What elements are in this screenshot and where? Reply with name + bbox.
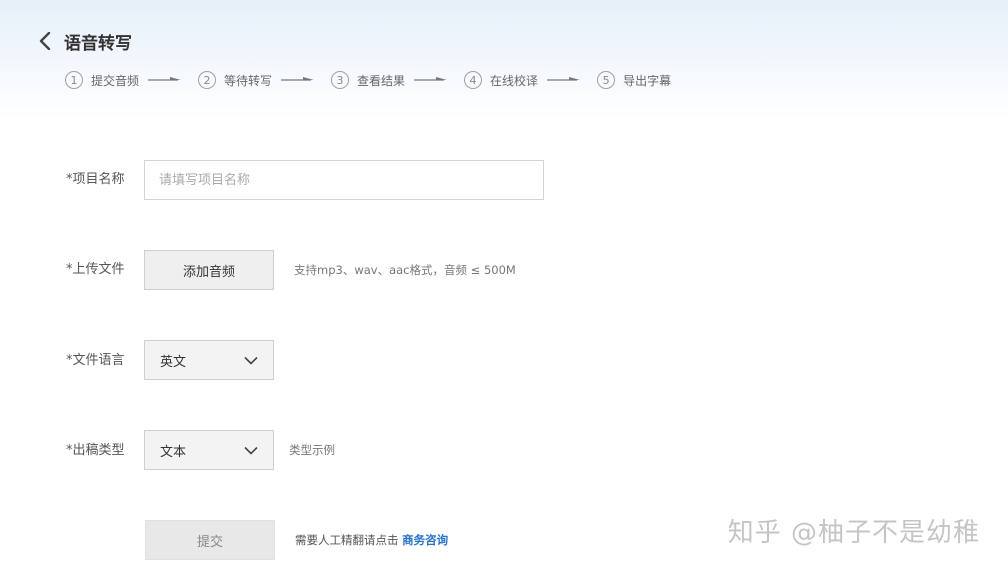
project-name-input[interactable] — [144, 160, 544, 200]
page-header: 语音转写 — [36, 28, 132, 54]
chevron-left-icon — [39, 32, 51, 50]
watermark: 知乎 @柚子不是幼稚 — [727, 518, 980, 548]
step-4: 4 在线校译 — [464, 71, 538, 89]
step-label: 在线校译 — [490, 73, 539, 88]
chevron-down-icon — [244, 356, 258, 365]
page-title: 语音转写 — [64, 33, 132, 54]
step-number: 2 — [198, 71, 217, 89]
step-number: 5 — [597, 71, 616, 89]
step-label: 提交音频 — [91, 73, 140, 88]
submit-button[interactable]: 提交 — [145, 520, 275, 560]
arrow-right-icon — [281, 75, 315, 85]
output-type-selected-value: 文本 — [160, 444, 187, 460]
step-number: 1 — [65, 71, 83, 89]
arrow-right-icon — [414, 75, 448, 85]
chevron-down-icon — [244, 446, 258, 455]
language-select[interactable]: 英文 — [144, 340, 274, 380]
back-button[interactable] — [36, 30, 54, 52]
step-label: 导出字幕 — [623, 73, 672, 88]
step-label: 查看结果 — [357, 73, 406, 88]
step-5: 5 导出字幕 — [597, 71, 671, 89]
header-background — [0, 0, 1008, 120]
upload-file-label: *上传文件 — [66, 262, 125, 277]
project-name-label: *项目名称 — [66, 172, 125, 187]
step-number: 4 — [464, 71, 483, 89]
step-3: 3 查看结果 — [331, 71, 405, 89]
language-selected-value: 英文 — [160, 354, 187, 370]
step-indicator: 1 提交音频 2 等待转写 3 查看结果 4 在线校译 5 导出字幕 — [65, 70, 671, 90]
step-1: 1 提交音频 — [65, 71, 139, 89]
consult-text: 需要人工精翻请点击 — [295, 533, 399, 547]
business-consult-link[interactable]: 商务咨询 — [402, 533, 448, 547]
step-label: 等待转写 — [224, 73, 273, 88]
output-type-select[interactable]: 文本 — [144, 430, 274, 470]
arrow-right-icon — [148, 75, 182, 85]
step-number: 3 — [331, 71, 350, 89]
step-2: 2 等待转写 — [198, 71, 272, 89]
add-audio-button[interactable]: 添加音频 — [144, 250, 274, 290]
arrow-right-icon — [547, 75, 581, 85]
upload-hint: 支持mp3、wav、aac格式，音频 ≤ 500M — [294, 263, 516, 277]
output-type-label: *出稿类型 — [66, 443, 125, 458]
type-example-link[interactable]: 类型示例 — [289, 442, 335, 458]
consult-prompt: 需要人工精翻请点击 商务咨询 — [295, 532, 448, 548]
file-language-label: *文件语言 — [66, 353, 125, 368]
